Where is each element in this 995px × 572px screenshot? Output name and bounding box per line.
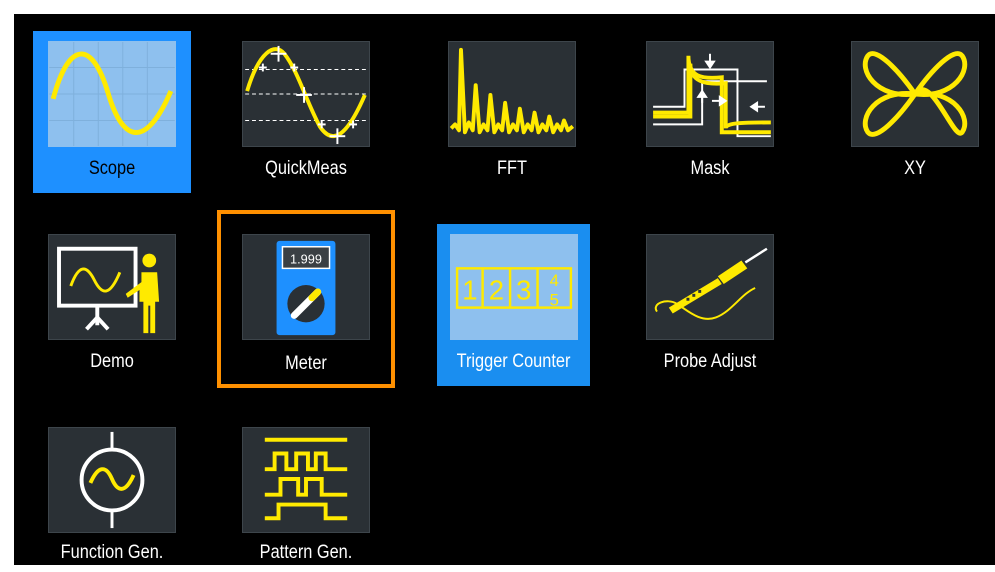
app-tile-xy[interactable]: XY bbox=[836, 31, 994, 193]
app-label-function-gen: Function Gen. bbox=[60, 542, 164, 563]
app-tile-demo[interactable]: Demo bbox=[33, 224, 191, 386]
mask-test-icon bbox=[646, 41, 774, 147]
app-label-fft: FFT bbox=[497, 158, 527, 179]
app-label-trigger-counter: Trigger Counter bbox=[456, 351, 571, 372]
app-tile-probe-adjust[interactable]: Probe Adjust bbox=[631, 224, 789, 386]
app-label-scope: Scope bbox=[88, 158, 136, 179]
app-label-quickmeas: QuickMeas bbox=[265, 158, 347, 179]
app-label-demo: Demo bbox=[90, 351, 134, 372]
app-label-pattern-gen: Pattern Gen. bbox=[259, 542, 353, 563]
app-grid: Scope QuickMeas FFT Mask XY Demo 1.999 M… bbox=[14, 14, 995, 565]
app-label-probe-adjust: Probe Adjust bbox=[663, 351, 757, 372]
meter-display: 1.999 bbox=[290, 251, 322, 266]
lissajous-icon bbox=[851, 41, 979, 147]
app-label-mask: Mask bbox=[690, 158, 730, 179]
counter-digit-3: 3 bbox=[516, 275, 531, 306]
sine-wave-icon bbox=[48, 41, 176, 147]
app-tile-pattern-gen[interactable]: Pattern Gen. bbox=[227, 417, 385, 572]
presentation-icon bbox=[48, 234, 176, 340]
app-tile-quickmeas[interactable]: QuickMeas bbox=[227, 31, 385, 193]
counter-digit-1: 1 bbox=[462, 275, 477, 306]
app-tile-fft[interactable]: FFT bbox=[433, 31, 591, 193]
counter-digits-icon: 1 2 3 4 5 bbox=[450, 234, 578, 340]
app-tile-function-gen[interactable]: Function Gen. bbox=[33, 417, 191, 572]
spectrum-icon bbox=[448, 41, 576, 147]
digital-pattern-icon bbox=[242, 427, 370, 533]
app-label-meter: Meter bbox=[285, 353, 327, 374]
app-tile-trigger-counter[interactable]: 1 2 3 4 5 Trigger Counter bbox=[437, 224, 590, 386]
app-tile-meter[interactable]: 1.999 Meter bbox=[217, 210, 395, 388]
app-label-xy: XY bbox=[904, 158, 926, 179]
counter-digit-5: 5 bbox=[550, 291, 559, 310]
app-tile-scope[interactable]: Scope bbox=[33, 31, 191, 193]
app-tile-mask[interactable]: Mask bbox=[631, 31, 789, 193]
app-launcher-screen: Scope QuickMeas FFT Mask XY Demo 1.999 M… bbox=[0, 0, 995, 565]
counter-digit-2: 2 bbox=[489, 275, 504, 306]
multimeter-icon: 1.999 bbox=[242, 234, 370, 340]
counter-digit-4: 4 bbox=[550, 271, 559, 290]
signal-source-icon bbox=[48, 427, 176, 533]
measured-sine-icon bbox=[242, 41, 370, 147]
probe-icon bbox=[646, 234, 774, 340]
